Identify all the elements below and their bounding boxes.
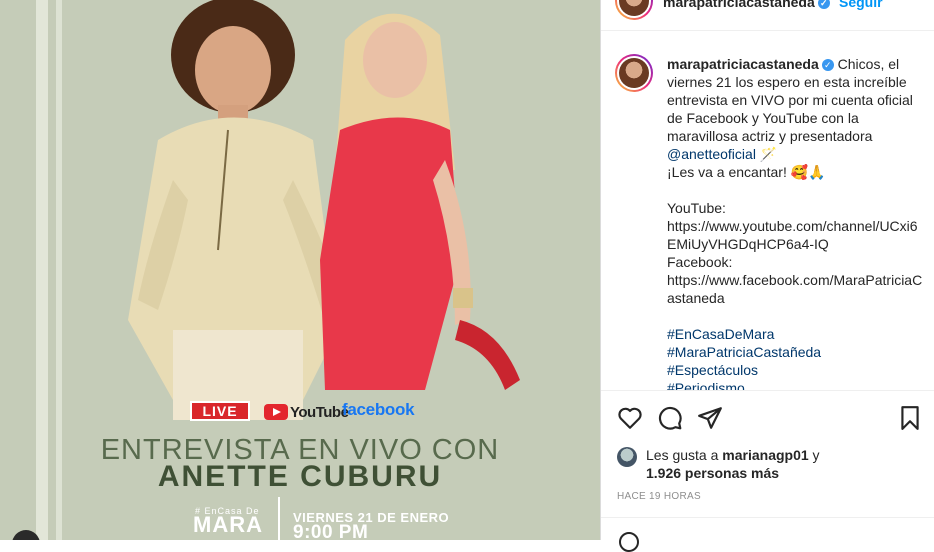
- youtube-play-icon: [264, 404, 288, 420]
- facebook-label: Facebook:: [667, 254, 733, 270]
- header-username[interactable]: marapatriciacastaneda ✓: [663, 0, 830, 10]
- guest-name: ANETTE CUBURU: [157, 460, 443, 493]
- facebook-wordmark: facebook: [342, 400, 415, 419]
- divider: [278, 497, 280, 540]
- youtube-logo: YouTube: [264, 402, 349, 422]
- platform-badges: LIVE YouTube facebook: [190, 400, 420, 422]
- header-username-text[interactable]: marapatriciacastaneda: [663, 0, 815, 10]
- event-time: 9:00 PM: [293, 522, 369, 540]
- youtube-url: https://www.youtube.com/channel/UCxi6EMi…: [667, 218, 918, 252]
- hashtag-link[interactable]: #Espectáculos: [667, 361, 925, 379]
- hashtag-link[interactable]: #MaraPatriciaCastañeda: [667, 343, 925, 361]
- liker-username[interactable]: marianagp01: [722, 447, 808, 463]
- caption: marapatriciacastaneda ✓ Chicos, el vierne…: [667, 55, 925, 390]
- like-heart-icon[interactable]: [617, 405, 643, 431]
- likes-text: Les gusta a marianagp01 y: [646, 447, 820, 463]
- verified-icon: ✓: [821, 59, 834, 72]
- hashtag-link[interactable]: #EnCasaDeMara: [667, 325, 925, 343]
- likes-count[interactable]: 1.926 personas más: [646, 464, 779, 482]
- post-header: marapatriciacastaneda✓ Seguir •••: [601, 0, 934, 31]
- share-icon[interactable]: [697, 405, 723, 431]
- caption-username[interactable]: marapatriciacastaneda: [667, 56, 819, 72]
- youtube-label: YouTube:: [667, 200, 726, 216]
- actions-bar: Les gusta a marianagp01 y 1.926 personas…: [601, 390, 934, 552]
- liker-avatar[interactable]: [617, 447, 637, 467]
- caption-line2: ¡Les va a encantar!: [667, 164, 787, 180]
- header-avatar[interactable]: [615, 0, 653, 20]
- brand-name: MARA: [193, 512, 263, 537]
- comment-icon[interactable]: [657, 405, 683, 431]
- live-badge: LIVE: [190, 401, 250, 421]
- save-bookmark-icon[interactable]: [897, 405, 923, 431]
- post-panel: marapatriciacastaneda✓ Seguir ••• marapa…: [600, 0, 934, 552]
- youtube-wordmark: YouTube: [290, 403, 349, 421]
- wand-emoji-icon: 🪄: [759, 146, 778, 162]
- guest-photo: [305, 0, 535, 400]
- more-options-icon[interactable]: •••: [898, 0, 915, 9]
- comment-bar: [601, 517, 934, 552]
- post-timestamp[interactable]: HACE 19 HORAS: [617, 491, 701, 502]
- facebook-url: https://www.facebook.com/MaraPatriciaCas…: [667, 272, 923, 306]
- emoji-icon[interactable]: [619, 532, 639, 552]
- follow-button[interactable]: Seguir: [839, 0, 883, 10]
- smile-pray-emoji-icon: 🥰🙏: [790, 164, 826, 180]
- caption-avatar[interactable]: [615, 54, 653, 92]
- post-image[interactable]: LIVE YouTube facebook ENTREVISTA EN VIVO…: [0, 0, 600, 540]
- caption-scroll-area[interactable]: marapatriciacastaneda ✓ Chicos, el vierne…: [601, 42, 934, 390]
- hashtag-link[interactable]: #Periodismo: [667, 379, 925, 390]
- mention-link[interactable]: @anetteoficial: [667, 146, 756, 162]
- verified-icon: ✓: [817, 0, 830, 10]
